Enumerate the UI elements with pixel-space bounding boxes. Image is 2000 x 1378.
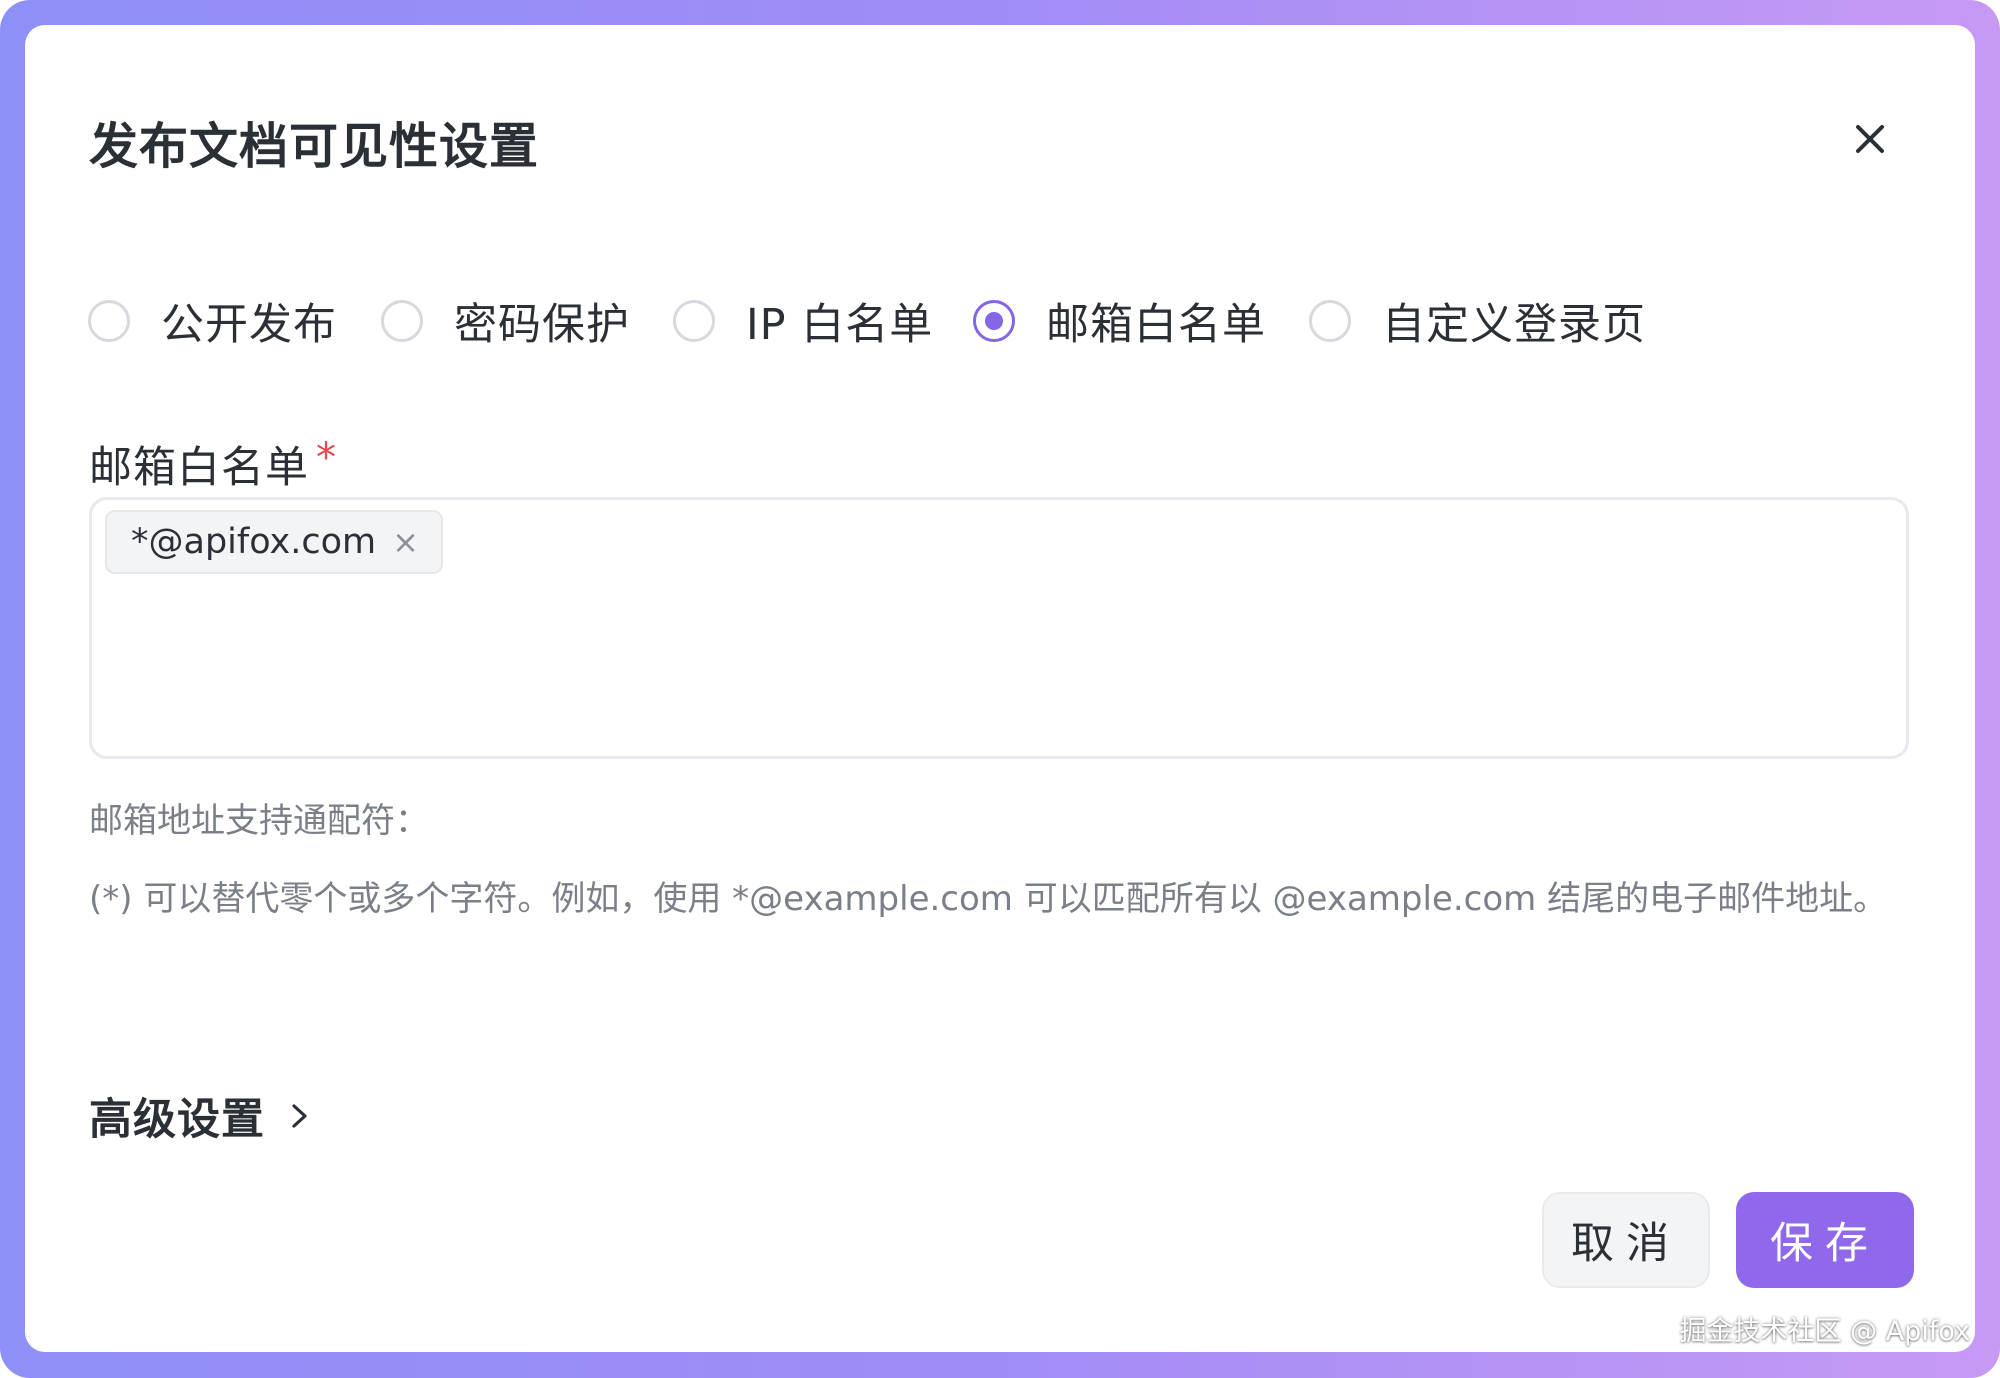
radio-circle	[673, 300, 715, 342]
email-tag-text: *@apifox.com	[131, 522, 377, 562]
radio-circle	[381, 300, 423, 342]
radio-label: 公开发布	[161, 300, 337, 350]
radio-label: IP 白名单	[746, 300, 934, 350]
radio-label: 密码保护	[454, 300, 630, 350]
radio-ip-whitelist[interactable]: IP 白名单	[673, 288, 933, 354]
advanced-settings-toggle[interactable]: 高级设置	[89, 1085, 313, 1147]
radio-password[interactable]: 密码保护	[381, 288, 630, 354]
save-button[interactable]: 保存	[1736, 1192, 1914, 1288]
wildcard-help-text: (*) 可以替代零个或多个字符。例如，使用 *@example.com 可以匹配…	[89, 879, 1888, 919]
chevron-right-icon	[292, 1104, 307, 1128]
radio-label: 邮箱白名单	[1046, 300, 1266, 350]
dialog-title: 发布文档可见性设置	[89, 118, 540, 175]
radio-email-whitelist[interactable]: 邮箱白名单	[973, 288, 1266, 354]
email-whitelist-label: 邮箱白名单	[89, 443, 309, 493]
radio-label: 自定义登录页	[1382, 300, 1646, 350]
tag-remove-icon[interactable]: ×	[392, 523, 419, 561]
radio-circle-checked	[973, 300, 1015, 342]
email-tag: *@apifox.com ×	[105, 510, 443, 574]
required-mark: *	[316, 435, 336, 481]
email-whitelist-input[interactable]: *@apifox.com ×	[89, 497, 1909, 759]
radio-circle	[88, 300, 130, 342]
wildcard-help-title: 邮箱地址支持通配符：	[89, 801, 429, 841]
radio-public[interactable]: 公开发布	[88, 288, 337, 354]
watermark: 掘金技术社区 @ Apifox	[1679, 1316, 1970, 1347]
advanced-settings-label: 高级设置	[89, 1095, 265, 1145]
cancel-button[interactable]: 取消	[1542, 1192, 1710, 1288]
close-button[interactable]	[1848, 117, 1892, 161]
radio-circle	[1309, 300, 1351, 342]
gradient-frame: 发布文档可见性设置 公开发布 密码保护 IP 白名单 邮箱白名单 自定义登录页 …	[0, 0, 2000, 1378]
close-icon	[1856, 125, 1884, 153]
radio-custom-login-page[interactable]: 自定义登录页	[1309, 288, 1646, 354]
visibility-settings-dialog: 发布文档可见性设置 公开发布 密码保护 IP 白名单 邮箱白名单 自定义登录页 …	[25, 25, 1975, 1352]
